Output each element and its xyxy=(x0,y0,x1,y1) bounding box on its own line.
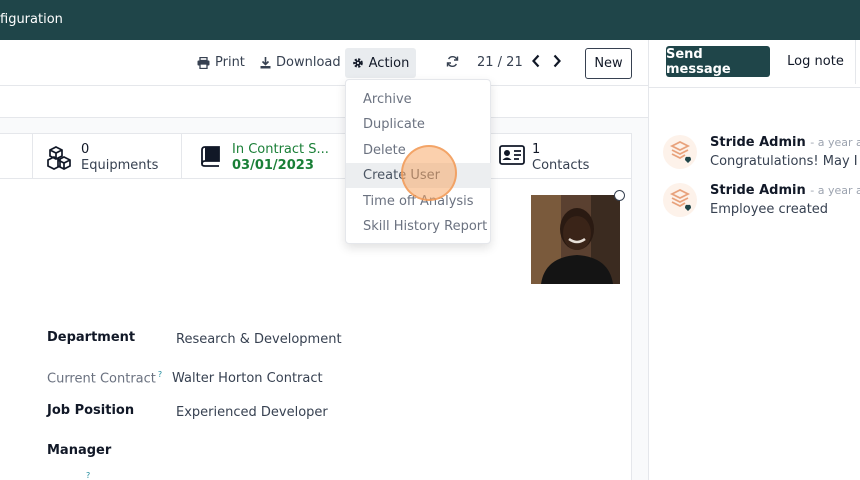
send-message-button[interactable]: Send message xyxy=(666,46,770,77)
message-date: - a year ago xyxy=(810,136,860,149)
chatter-message: Stride Admin - a year ago Congratulation… xyxy=(663,135,860,179)
department-label: Department xyxy=(47,330,136,345)
stride-logo-icon xyxy=(669,188,691,211)
equipments-label: Equipments xyxy=(81,158,159,173)
current-contract-label: Current Contract? xyxy=(47,370,162,386)
manager-label: Manager xyxy=(47,443,112,458)
job-position-label: Job Position xyxy=(47,403,135,418)
smart-buttons: 0 Equipments In Contract S... 03/01/2023… xyxy=(0,134,631,179)
equipments-smart-button[interactable]: 0 Equipments xyxy=(32,134,181,178)
status-bar xyxy=(0,86,648,118)
avatar[interactable] xyxy=(663,183,697,217)
menu-item-archive[interactable]: Archive xyxy=(346,87,491,112)
next-record-button[interactable] xyxy=(552,54,562,68)
job-position-value[interactable]: Experienced Developer xyxy=(176,405,328,420)
refresh-icon xyxy=(446,56,459,67)
message-author-name: Stride Admin xyxy=(710,135,806,150)
configuration-menu[interactable]: figuration xyxy=(0,12,63,27)
message-author: Stride Admin - a year ago xyxy=(710,183,860,198)
control-panel: Print Download Action 21 / 21 New xyxy=(0,40,648,86)
refresh-button[interactable] xyxy=(446,55,459,68)
employee-form-sheet: 0 Equipments In Contract S... 03/01/2023… xyxy=(0,133,632,480)
action-button[interactable]: Action xyxy=(345,48,416,78)
current-contract-value[interactable]: Walter Horton Contract xyxy=(172,371,323,386)
log-note-button[interactable]: Log note xyxy=(777,46,854,77)
gear-icon xyxy=(352,58,363,68)
pager-value[interactable]: 21 / 21 xyxy=(477,55,523,70)
print-label: Print xyxy=(215,55,245,70)
message-body: Congratulations! May I rec xyxy=(710,154,860,169)
book-icon xyxy=(201,146,220,167)
menu-item-duplicate[interactable]: Duplicate xyxy=(346,112,491,137)
menu-item-skill-history-report[interactable]: Skill History Report xyxy=(346,214,491,239)
chatter-topbar: Send message Log note xyxy=(649,40,860,88)
current-contract-label-text: Current Contract xyxy=(47,371,156,387)
print-button[interactable]: Print xyxy=(197,55,245,70)
chatter-tab-edge xyxy=(855,40,856,84)
contract-date: 03/01/2023 xyxy=(232,158,314,173)
contract-smart-button[interactable]: In Contract S... 03/01/2023 xyxy=(181,134,331,178)
employee-photo-image xyxy=(531,195,620,284)
avatar[interactable] xyxy=(663,135,697,169)
previous-record-button[interactable] xyxy=(531,54,541,68)
message-author-name: Stride Admin xyxy=(710,183,806,198)
print-icon xyxy=(197,56,210,69)
message-author: Stride Admin - a year ago xyxy=(710,135,860,150)
equipments-count: 0 xyxy=(81,142,90,157)
click-indicator xyxy=(401,145,457,201)
cubes-icon xyxy=(47,146,71,170)
chevron-right-icon xyxy=(553,54,561,68)
edit-photo-handle[interactable] xyxy=(614,190,625,201)
top-navbar: figuration xyxy=(0,0,860,40)
department-value[interactable]: Research & Development xyxy=(176,332,342,347)
contract-status: In Contract S... xyxy=(232,142,329,157)
download-icon xyxy=(260,56,271,68)
employee-photo[interactable] xyxy=(531,195,620,284)
contacts-count: 1 xyxy=(532,142,541,157)
contacts-label: Contacts xyxy=(532,158,590,173)
contacts-smart-button[interactable]: 1 Contacts xyxy=(481,134,631,178)
message-body: Employee created xyxy=(710,202,829,217)
current-contract-help[interactable]: ? xyxy=(158,370,162,379)
next-field-help[interactable]: ? xyxy=(86,471,90,480)
chatter-panel: Send message Log note Stride Admin - a y… xyxy=(648,40,860,480)
action-label: Action xyxy=(368,55,410,71)
stride-logo-icon xyxy=(669,140,691,163)
contact-card-icon xyxy=(499,145,525,165)
download-button[interactable]: Download xyxy=(260,55,341,70)
message-date: - a year ago xyxy=(810,184,860,197)
new-button[interactable]: New xyxy=(585,48,632,79)
chevron-left-icon xyxy=(532,54,540,68)
chatter-message: Stride Admin - a year ago Employee creat… xyxy=(663,183,860,227)
download-label: Download xyxy=(276,55,341,70)
